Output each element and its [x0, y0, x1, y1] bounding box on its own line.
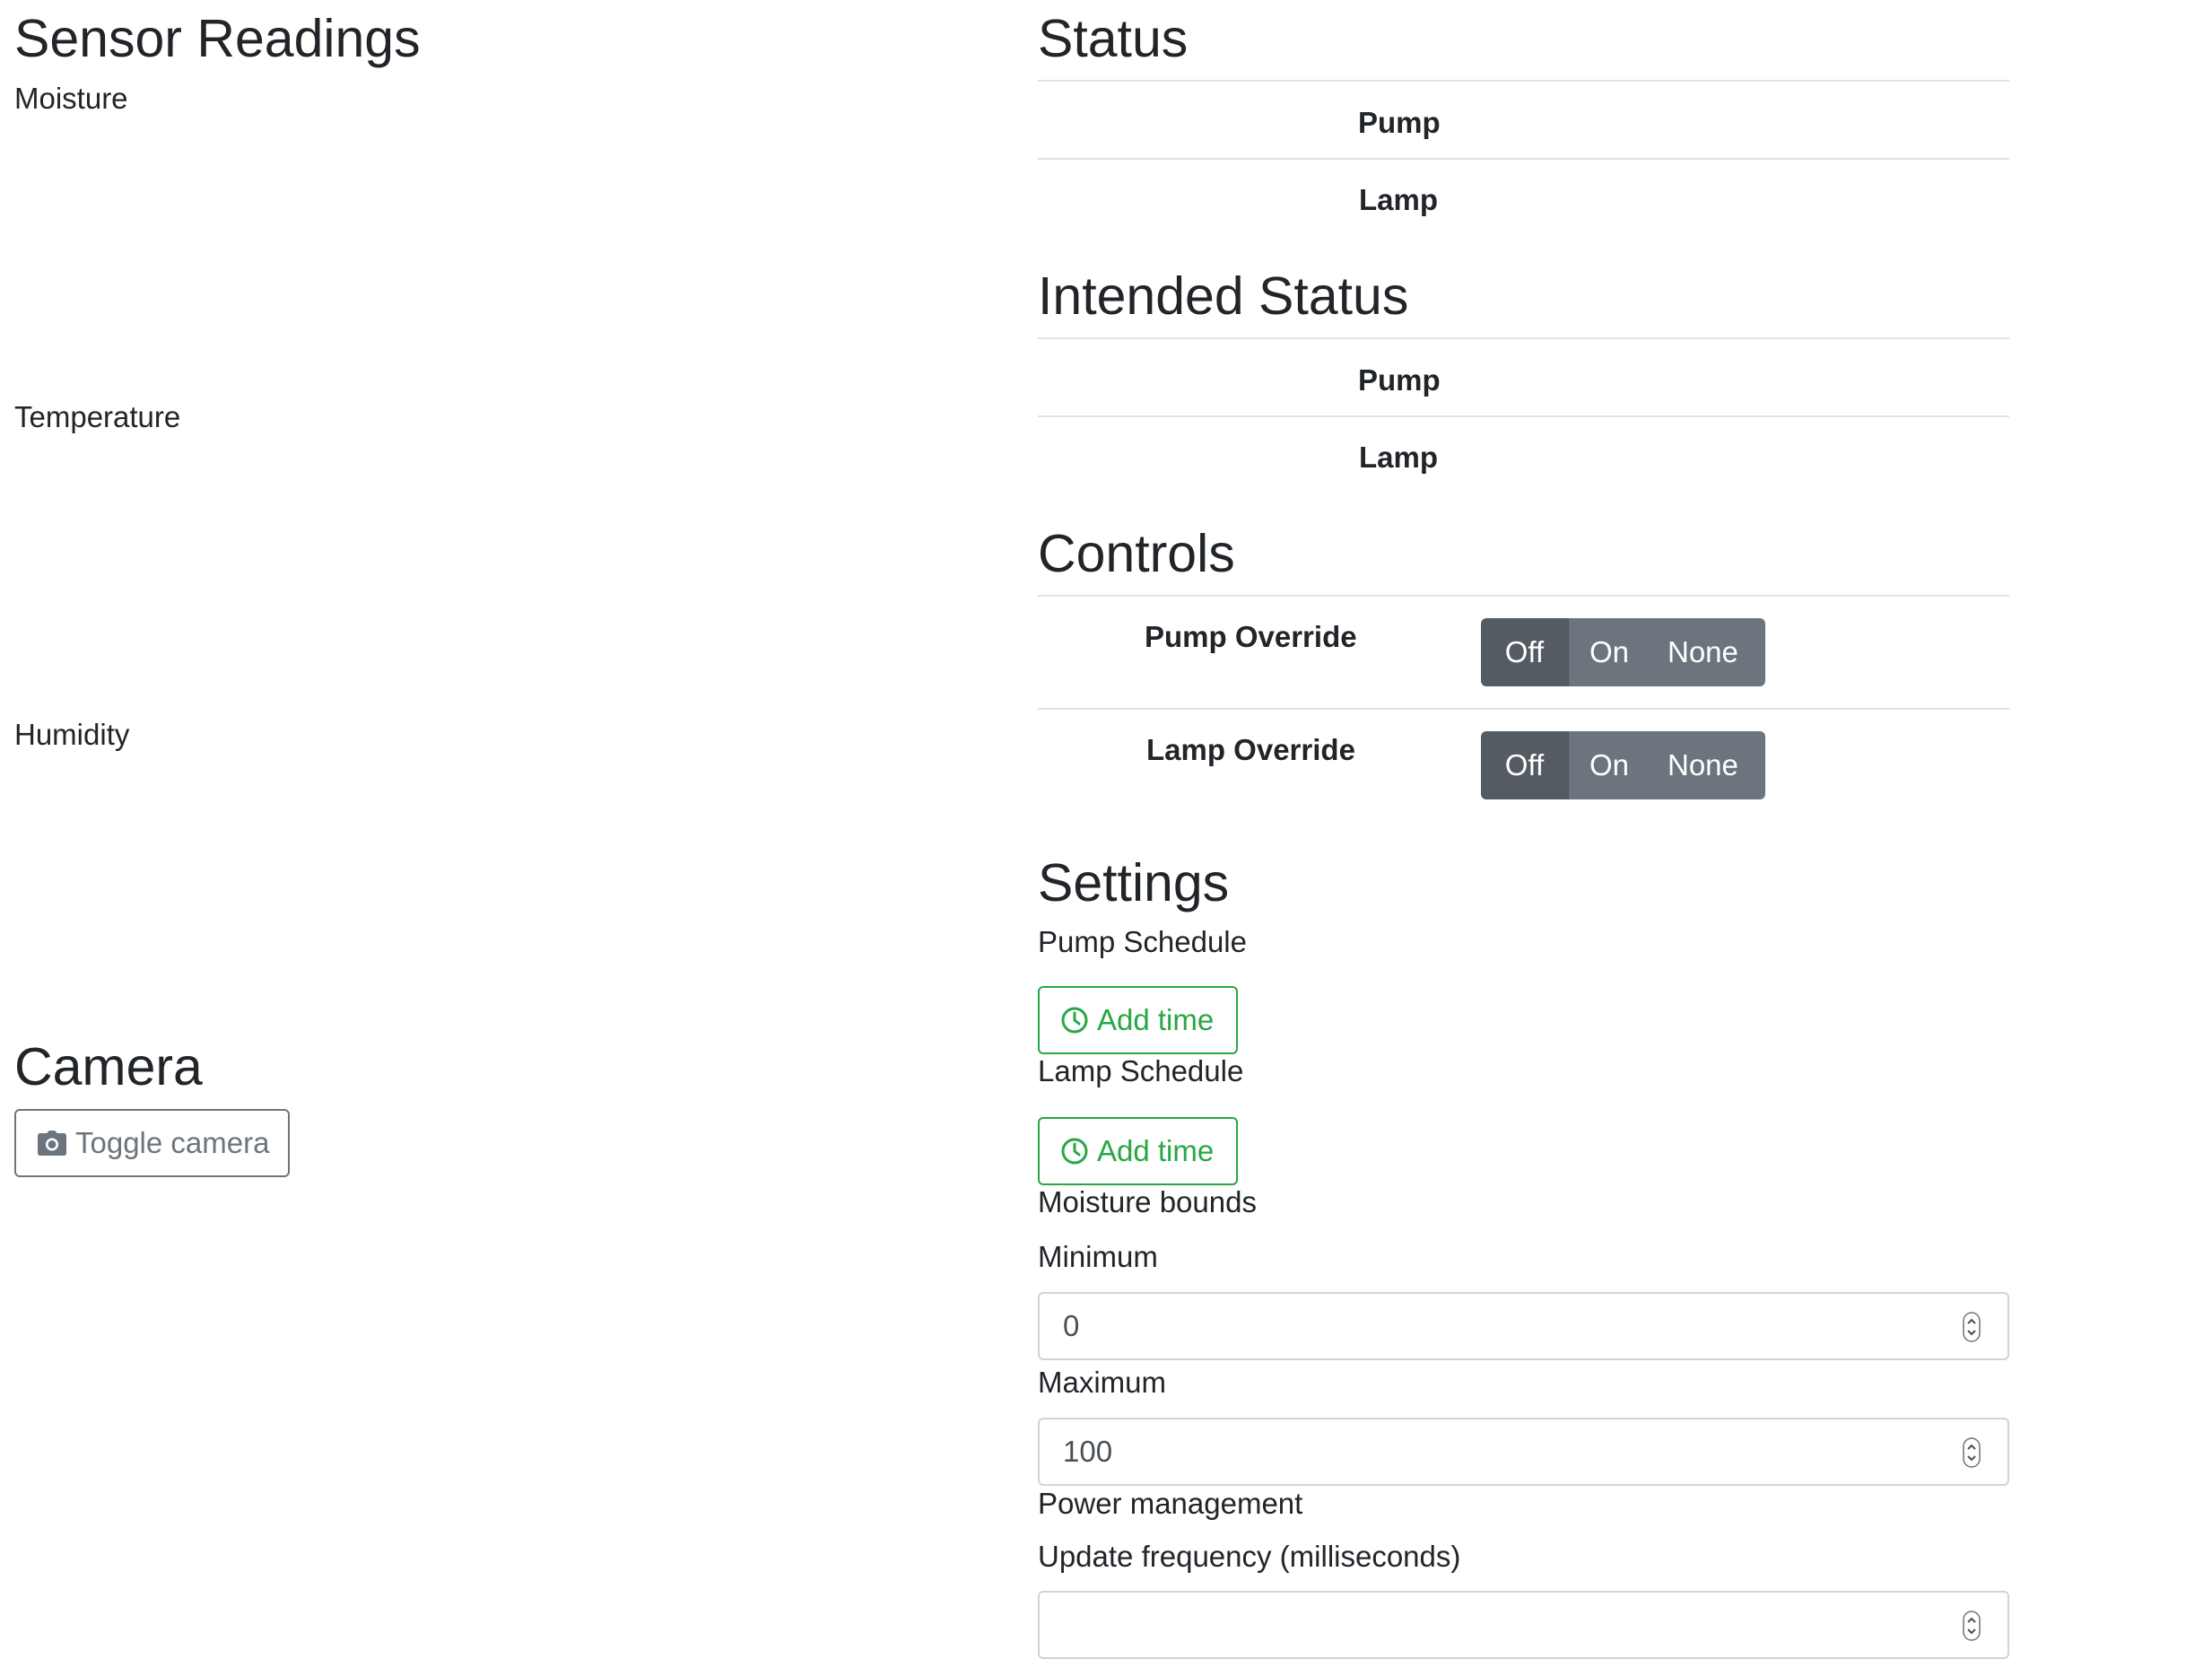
lamp-override-none-button[interactable]: None [1650, 731, 1765, 799]
settings-heading: Settings [1038, 853, 1230, 912]
minimum-label: Minimum [1038, 1240, 1158, 1273]
update-frequency-input[interactable] [1038, 1591, 2009, 1659]
lamp-schedule-label: Lamp Schedule [1038, 1054, 1244, 1087]
number-spinner-icon[interactable] [1963, 1611, 1981, 1641]
maximum-value: 100 [1063, 1435, 1113, 1468]
lamp-add-time-button[interactable]: Add time [1038, 1117, 1238, 1185]
pump-override-toggle-group: Off On None [1481, 618, 1765, 686]
intended-row-divider [1038, 415, 2009, 417]
clock-icon [1061, 1138, 1088, 1165]
status-lamp-label: Lamp [1359, 183, 1439, 216]
intended-pump-label: Pump [1358, 363, 1441, 397]
lamp-override-label: Lamp Override [1146, 733, 1355, 766]
toggle-camera-label: Toggle camera [75, 1126, 270, 1159]
intended-lamp-label: Lamp [1359, 441, 1439, 474]
lamp-override-on-button[interactable]: On [1569, 731, 1650, 799]
controls-heading: Controls [1038, 524, 1235, 583]
maximum-label: Maximum [1038, 1366, 1167, 1399]
camera-heading: Camera [14, 1037, 203, 1096]
power-management-label: Power management [1038, 1487, 1303, 1520]
lamp-override-off-button[interactable]: Off [1481, 731, 1569, 799]
camera-icon [38, 1131, 66, 1156]
status-divider [1038, 80, 2009, 82]
update-frequency-label: Update frequency (milliseconds) [1038, 1540, 1461, 1573]
controls-divider [1038, 595, 2009, 597]
temperature-label: Temperature [14, 400, 181, 433]
maximum-input[interactable]: 100 [1038, 1418, 2009, 1486]
moisture-label: Moisture [14, 82, 128, 115]
minimum-input[interactable]: 0 [1038, 1292, 2009, 1360]
status-heading: Status [1038, 9, 1189, 68]
controls-row-divider [1038, 708, 2009, 710]
lamp-override-toggle-group: Off On None [1481, 731, 1765, 799]
pump-add-time-button[interactable]: Add time [1038, 986, 1238, 1054]
intended-status-divider [1038, 337, 2009, 339]
lamp-add-time-label: Add time [1097, 1134, 1215, 1167]
intended-status-heading: Intended Status [1038, 266, 1409, 326]
number-spinner-icon[interactable] [1963, 1312, 1981, 1342]
pump-schedule-label: Pump Schedule [1038, 925, 1247, 958]
pump-override-label: Pump Override [1145, 620, 1357, 653]
pump-add-time-label: Add time [1097, 1003, 1215, 1036]
pump-override-off-button[interactable]: Off [1481, 618, 1569, 686]
moisture-bounds-label: Moisture bounds [1038, 1185, 1257, 1218]
number-spinner-icon[interactable] [1963, 1437, 1981, 1468]
clock-icon [1061, 1007, 1088, 1034]
pump-override-on-button[interactable]: On [1569, 618, 1650, 686]
humidity-label: Humidity [14, 718, 130, 751]
status-row-divider [1038, 158, 2009, 160]
toggle-camera-button[interactable]: Toggle camera [14, 1109, 290, 1177]
status-pump-label: Pump [1358, 106, 1441, 139]
minimum-value: 0 [1063, 1309, 1080, 1342]
sensor-readings-heading: Sensor Readings [14, 9, 421, 68]
pump-override-none-button[interactable]: None [1650, 618, 1765, 686]
